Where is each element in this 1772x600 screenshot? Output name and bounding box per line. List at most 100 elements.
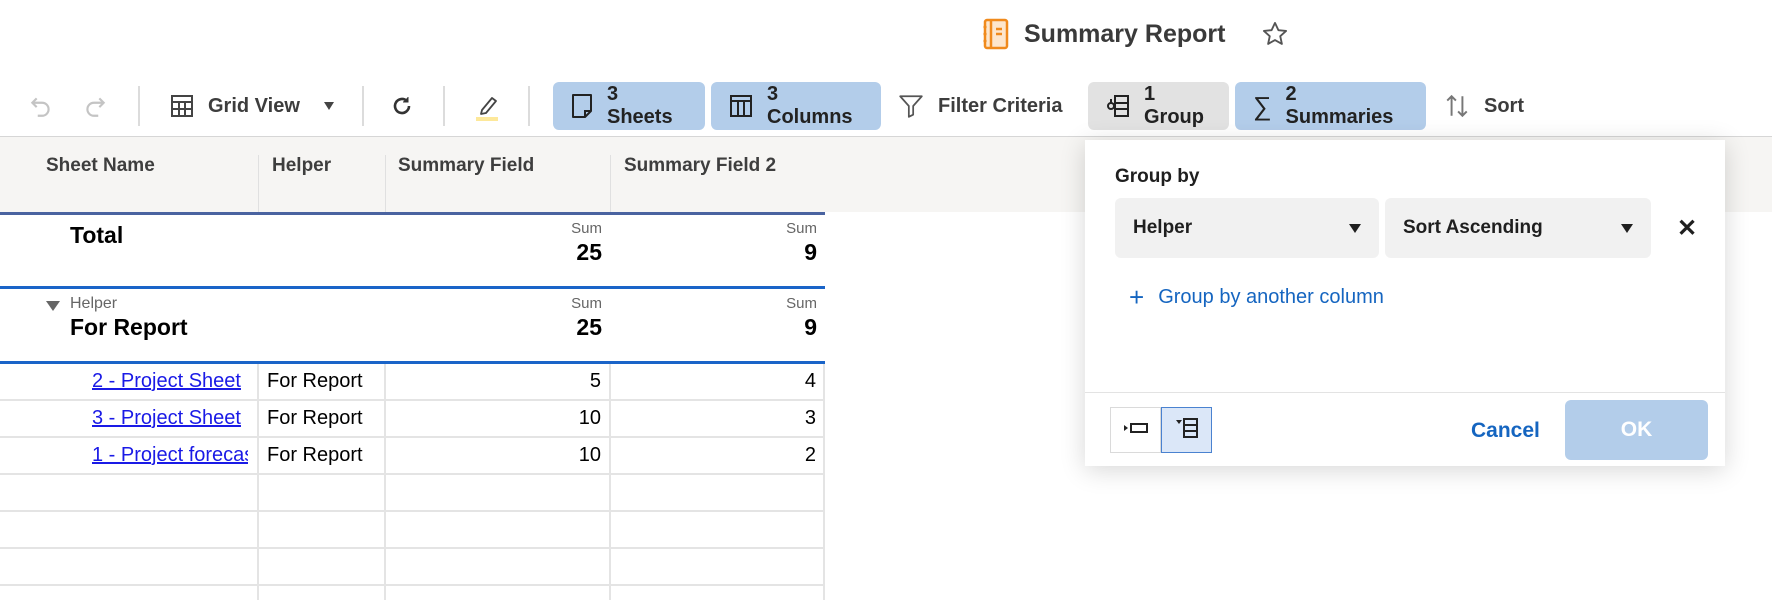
ok-button[interactable]: OK xyxy=(1565,400,1708,460)
column-header-sheet-name[interactable]: Sheet Name xyxy=(46,155,155,177)
sort-arrows-icon xyxy=(1444,93,1470,119)
collapsed-layout-icon xyxy=(1123,420,1149,441)
popup-title: Group by xyxy=(1115,166,1200,187)
highlight-changes-button[interactable] xyxy=(474,82,502,130)
empty-row[interactable] xyxy=(0,475,825,512)
table-row[interactable]: 1 - Project forecast For Report 10 2 xyxy=(0,438,825,475)
popup-footer-divider xyxy=(1085,392,1725,393)
toolbar: Grid View 3 Sheets 3 Columns Filter Crit… xyxy=(0,82,1772,130)
column-divider xyxy=(823,364,825,600)
columns-button[interactable]: 3 Columns xyxy=(711,82,881,130)
filter-label: Filter Criteria xyxy=(938,94,1063,117)
view-label: Grid View xyxy=(208,94,300,117)
refresh-icon xyxy=(390,94,414,118)
group-summary-field-value: 25 xyxy=(576,314,602,340)
star-icon[interactable] xyxy=(1261,20,1289,48)
column-header-summary-field-2[interactable]: Summary Field 2 xyxy=(624,155,776,177)
report-notebook-icon xyxy=(982,18,1010,50)
chevron-down-icon xyxy=(323,102,334,110)
helper-cell[interactable]: For Report xyxy=(267,438,377,473)
filter-funnel-icon xyxy=(898,93,924,119)
sort-order-value: Sort Ascending xyxy=(1403,217,1543,238)
sheet-name-cell[interactable]: 3 - Project Sheet xyxy=(92,401,248,436)
summary-field-cell[interactable]: 5 xyxy=(392,364,601,399)
layout-toggle xyxy=(1110,407,1212,453)
summary-field-2-cell[interactable]: 2 xyxy=(612,438,816,473)
summaries-label: 2 Summaries xyxy=(1285,83,1394,128)
group-caption: Helper xyxy=(70,295,118,312)
refresh-button[interactable] xyxy=(390,82,414,130)
remove-group-icon[interactable]: ✕ xyxy=(1677,214,1697,243)
total-sum-label-2: Sum xyxy=(786,220,817,237)
sheet-icon xyxy=(571,93,593,119)
toolbar-divider xyxy=(138,86,140,126)
group-column-value: Helper xyxy=(1133,217,1193,238)
summary-field-cell[interactable]: 10 xyxy=(392,401,601,436)
toolbar-divider xyxy=(362,86,364,126)
sheet-name-cell[interactable]: 1 - Project forecast xyxy=(92,438,248,473)
group-column-select[interactable]: Helper xyxy=(1115,198,1379,258)
total-summary-field-value: 25 xyxy=(576,239,602,265)
group-icon xyxy=(1106,94,1130,118)
expanded-layout-button[interactable] xyxy=(1161,407,1212,453)
collapse-caret-icon[interactable] xyxy=(46,301,60,311)
undo-button[interactable] xyxy=(28,82,54,130)
group-sum-label: Sum xyxy=(571,295,602,312)
sheets-button[interactable]: 3 Sheets xyxy=(553,82,705,130)
column-header-helper[interactable]: Helper xyxy=(272,155,331,177)
empty-row[interactable] xyxy=(0,549,825,586)
total-divider xyxy=(0,212,825,215)
sheet-name-cell[interactable]: 2 - Project Sheet xyxy=(92,364,248,399)
sheet-link[interactable]: 2 - Project Sheet xyxy=(92,370,241,393)
total-sum-label: Sum xyxy=(571,220,602,237)
report-title: Summary Report xyxy=(1024,19,1226,48)
view-switcher[interactable]: Grid View xyxy=(170,82,334,130)
redo-button[interactable] xyxy=(82,82,108,130)
sort-button[interactable]: Sort xyxy=(1444,82,1524,130)
add-group-label: Group by another column xyxy=(1158,286,1384,308)
sheet-link[interactable]: 3 - Project Sheet xyxy=(92,407,241,430)
table-row[interactable]: 2 - Project Sheet For Report 5 4 xyxy=(0,364,825,401)
app: Summary Report Grid View 3 Sheets 3 Colu… xyxy=(0,0,1772,600)
toolbar-divider xyxy=(443,86,445,126)
column-header-summary-field[interactable]: Summary Field xyxy=(398,155,534,177)
empty-row[interactable] xyxy=(0,512,825,549)
group-summary-field-2-value: 9 xyxy=(804,314,817,340)
plus-icon: + xyxy=(1129,282,1145,312)
group-sum-label-2: Sum xyxy=(786,295,817,312)
table-row[interactable]: 3 - Project Sheet For Report 10 3 xyxy=(0,401,825,438)
sheet-link[interactable]: 1 - Project forecast xyxy=(92,444,248,467)
helper-cell[interactable]: For Report xyxy=(267,401,377,436)
group-label: 1 Group xyxy=(1144,83,1204,128)
summary-field-2-cell[interactable]: 4 xyxy=(612,364,816,399)
undo-icon xyxy=(28,93,54,119)
summaries-button[interactable]: ∑ 2 Summaries xyxy=(1235,82,1426,130)
columns-icon xyxy=(729,94,753,118)
group-title: For Report xyxy=(70,314,188,340)
column-divider xyxy=(257,364,259,600)
expanded-layout-icon xyxy=(1174,416,1200,445)
grid-view-icon xyxy=(170,94,194,118)
helper-cell[interactable]: For Report xyxy=(267,364,377,399)
total-summary-field-2-value: 9 xyxy=(804,239,817,265)
redo-icon xyxy=(82,93,108,119)
group-divider xyxy=(0,286,825,289)
chevron-down-icon xyxy=(1621,223,1633,233)
group-button[interactable]: 1 Group xyxy=(1088,82,1229,130)
sigma-icon: ∑ xyxy=(1253,90,1272,121)
toolbar-divider xyxy=(528,86,530,126)
total-label: Total xyxy=(70,222,124,248)
sort-order-select[interactable]: Sort Ascending xyxy=(1385,198,1651,258)
collapsed-layout-button[interactable] xyxy=(1110,407,1161,453)
filter-criteria-button[interactable]: Filter Criteria xyxy=(898,82,1062,130)
title-bar: Summary Report xyxy=(0,0,1772,72)
summary-field-cell[interactable]: 10 xyxy=(392,438,601,473)
column-divider xyxy=(258,155,259,212)
summary-field-2-cell[interactable]: 3 xyxy=(612,401,816,436)
cancel-button[interactable]: Cancel xyxy=(1471,419,1540,443)
report-title-area: Summary Report xyxy=(982,18,1289,50)
highlight-marker-icon xyxy=(474,90,502,122)
column-divider xyxy=(609,364,611,600)
add-group-link[interactable]: + Group by another column xyxy=(1129,282,1384,313)
group-by-popup: Group by Helper Sort Ascending ✕ + Group… xyxy=(1085,140,1725,466)
